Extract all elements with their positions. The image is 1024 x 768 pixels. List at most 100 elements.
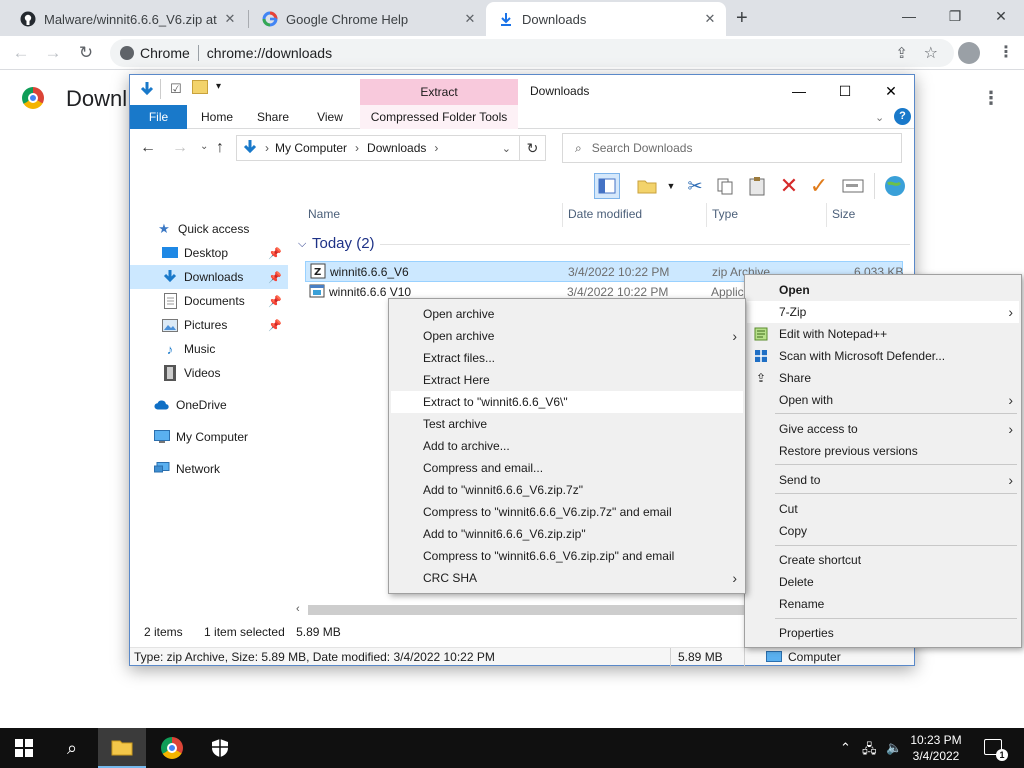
restore-icon[interactable]: ❐ [932, 0, 978, 32]
back-icon[interactable]: ← [8, 40, 34, 66]
menu-item-share[interactable]: ⇪ Share [747, 367, 1019, 389]
pin-icon[interactable]: 📌 [268, 295, 282, 308]
pin-icon[interactable]: 📌 [268, 319, 282, 332]
search-icon[interactable]: ⌕ [48, 728, 96, 768]
nav-item-videos[interactable]: Videos [130, 361, 288, 385]
maximize-icon[interactable]: ☐ [822, 79, 868, 103]
network-tray-icon[interactable]: 🖧 [862, 740, 877, 762]
breadcrumb-my-computer[interactable]: My Computer [275, 141, 347, 155]
bookmark-star-icon[interactable]: ☆ [924, 43, 938, 63]
paste-icon[interactable] [744, 173, 770, 199]
menu-item-add-to-archive[interactable]: Add to archive... [391, 435, 743, 457]
forward-icon[interactable]: → [172, 139, 188, 157]
tab-view[interactable]: View [308, 105, 352, 129]
properties-icon[interactable]: ☑ [170, 81, 182, 97]
menu-item-test-archive[interactable]: Test archive [391, 413, 743, 435]
menu-item-compress-email[interactable]: Compress and email... [391, 457, 743, 479]
taskbar-file-explorer[interactable] [98, 728, 146, 768]
tab-file[interactable]: File [130, 105, 187, 129]
menu-item-cut[interactable]: Cut [747, 498, 1019, 520]
new-folder-dropdown-icon[interactable]: ▼ [658, 173, 684, 199]
reload-icon[interactable]: ↻ [73, 40, 99, 66]
new-folder-icon[interactable] [634, 173, 660, 199]
globe-icon[interactable] [882, 173, 908, 199]
menu-item-delete[interactable]: Delete [747, 571, 1019, 593]
menu-item-compress-zip-email[interactable]: Compress to "winnit6.6.6_V6.zip.zip" and… [391, 545, 743, 567]
nav-item-quick-access[interactable]: ★ Quick access [130, 217, 288, 241]
nav-item-music[interactable]: ♪ Music [130, 337, 288, 361]
rename-icon[interactable] [840, 173, 866, 199]
share-icon[interactable]: ⇪ [895, 44, 908, 62]
up-icon[interactable]: ↑ [216, 139, 224, 157]
column-header-type[interactable]: Type [712, 207, 738, 221]
menu-item-copy[interactable]: Copy [747, 520, 1019, 542]
menu-item-properties[interactable]: Properties [747, 622, 1019, 644]
taskbar-defender[interactable] [196, 728, 244, 768]
new-tab-button[interactable]: + [736, 7, 748, 30]
start-button[interactable] [0, 728, 48, 768]
minimize-icon[interactable]: — [886, 0, 932, 32]
checkmark-icon[interactable]: ✓ [806, 173, 832, 199]
menu-item-extract-here[interactable]: Extract Here [391, 369, 743, 391]
menu-item-open[interactable]: Open [747, 279, 1019, 301]
recent-locations-icon[interactable]: ⌄ [200, 141, 208, 152]
ribbon-expand-icon[interactable]: ⌄ [875, 111, 884, 124]
breadcrumb-downloads[interactable]: Downloads [367, 141, 426, 155]
menu-item-restore-versions[interactable]: Restore previous versions [747, 440, 1019, 462]
menu-item-edit-notepadpp[interactable]: Edit with Notepad++ [747, 323, 1019, 345]
menu-item-extract-to-folder[interactable]: Extract to "winnit6.6.6_V6\" [391, 391, 743, 413]
help-icon[interactable]: ? [894, 108, 911, 125]
forward-icon[interactable]: → [40, 40, 66, 66]
address-dropdown-icon[interactable]: ⌄ [502, 142, 511, 155]
menu-item-open-archive-sub[interactable]: Open archive › [391, 325, 743, 347]
scrollbar-thumb[interactable] [308, 605, 764, 615]
column-header-name[interactable]: Name [308, 207, 340, 221]
nav-item-documents[interactable]: Documents 📌 [130, 289, 288, 313]
tab-chrome-help[interactable]: Google Chrome Help ✕ [250, 2, 486, 36]
minimize-icon[interactable]: — [776, 79, 822, 103]
nav-item-my-computer[interactable]: My Computer [130, 425, 288, 449]
menu-item-give-access[interactable]: Give access to › [747, 418, 1019, 440]
tab-compressed-folder-tools[interactable]: Compressed Folder Tools [360, 105, 518, 129]
pin-icon[interactable]: 📌 [268, 247, 282, 260]
new-folder-icon[interactable] [192, 80, 208, 94]
chevron-up-icon[interactable]: ⌃ [840, 740, 851, 756]
address-bar[interactable]: › My Computer › Downloads › ⌄ [236, 135, 520, 161]
tab-home[interactable]: Home [192, 105, 242, 129]
menu-item-send-to[interactable]: Send to › [747, 469, 1019, 491]
collapse-group-icon[interactable]: ⌵ [298, 238, 306, 251]
menu-item-open-with[interactable]: Open with › [747, 389, 1019, 411]
menu-item-rename[interactable]: Rename [747, 593, 1019, 615]
close-icon[interactable]: ✕ [702, 11, 718, 27]
tab-share[interactable]: Share [250, 105, 296, 129]
pin-icon[interactable]: 📌 [268, 271, 282, 284]
search-input[interactable]: ⌕ Search Downloads [562, 133, 902, 163]
volume-icon[interactable]: 🔈 [886, 740, 902, 756]
qat-dropdown-icon[interactable]: ▾ [216, 81, 221, 92]
tab-github[interactable]: Malware/winnit6.6.6_V6.zip at m ✕ [8, 2, 246, 36]
close-icon[interactable]: ✕ [462, 11, 478, 27]
cut-icon[interactable]: ✂ [682, 173, 708, 199]
close-icon[interactable]: ✕ [868, 79, 914, 103]
omnibox[interactable]: Chrome chrome://downloads ⇪ ☆ [110, 39, 954, 67]
delete-icon[interactable]: ✕ [776, 173, 802, 199]
profile-avatar-icon[interactable] [958, 42, 980, 64]
refresh-icon[interactable]: ↻ [520, 135, 546, 161]
menu-item-scan-defender[interactable]: Scan with Microsoft Defender... [747, 345, 1019, 367]
clock[interactable]: 10:23 PM 3/4/2022 [904, 732, 968, 764]
menu-item-extract-files[interactable]: Extract files... [391, 347, 743, 369]
close-icon[interactable]: ✕ [222, 11, 238, 27]
close-window-icon[interactable]: ✕ [978, 0, 1024, 32]
menu-item-create-shortcut[interactable]: Create shortcut [747, 549, 1019, 571]
menu-item-compress-7z-email[interactable]: Compress to "winnit6.6.6_V6.zip.7z" and … [391, 501, 743, 523]
taskbar-chrome[interactable] [148, 728, 196, 768]
menu-item-add-to-zip[interactable]: Add to "winnit6.6.6_V6.zip.zip" [391, 523, 743, 545]
menu-item-open-archive[interactable]: Open archive [391, 303, 743, 325]
more-actions-icon[interactable]: ⋮ [982, 88, 1000, 109]
group-header-today[interactable]: Today (2) [312, 235, 375, 252]
menu-item-add-to-7z[interactable]: Add to "winnit6.6.6_V6.zip.7z" [391, 479, 743, 501]
menu-item-crc-sha[interactable]: CRC SHA › [391, 567, 743, 589]
nav-item-onedrive[interactable]: OneDrive [130, 393, 288, 417]
chrome-menu-icon[interactable]: ⋮ [998, 42, 1014, 62]
preview-pane-icon[interactable] [594, 173, 620, 199]
